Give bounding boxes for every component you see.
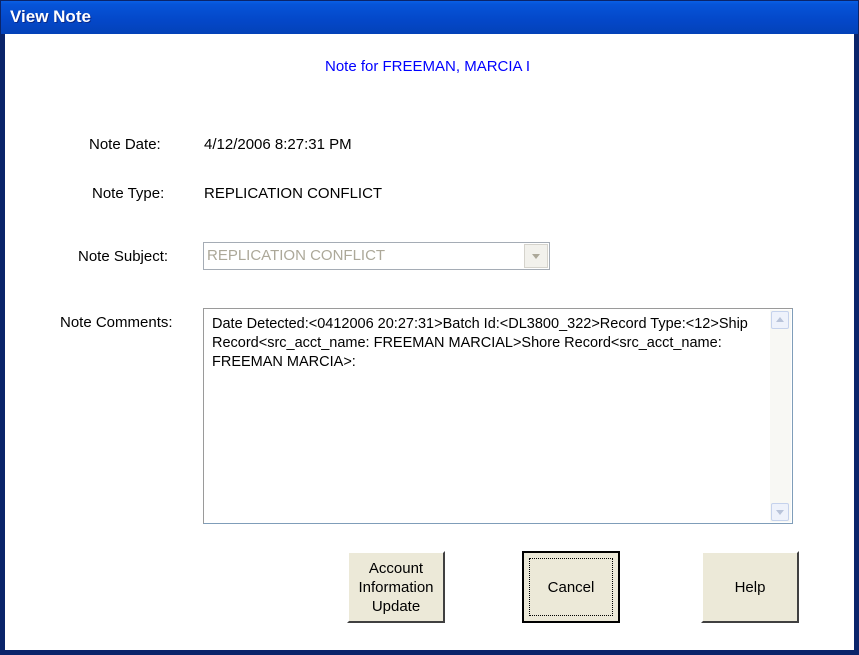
note-subject-label: Note Subject: <box>78 248 169 265</box>
note-subject-dropdown[interactable]: REPLICATION CONFLICT <box>203 242 550 270</box>
account-information-update-button[interactable]: Account Information Update <box>347 551 445 623</box>
note-date-value: 4/12/2006 8:27:31 PM <box>204 136 352 153</box>
cancel-button[interactable]: Cancel <box>522 551 620 623</box>
scroll-up-arrow-icon[interactable] <box>771 311 789 329</box>
window-title: View Note <box>10 7 91 26</box>
cancel-label: Cancel <box>547 578 595 596</box>
note-heading: Note for FREEMAN, MARCIA I <box>325 58 531 75</box>
note-comments-text: Date Detected:<0412006 20:27:31>Batch Id… <box>212 316 752 370</box>
note-subject-value: REPLICATION CONFLICT <box>207 247 386 264</box>
comments-scrollbar[interactable] <box>770 310 791 522</box>
view-note-window: View Note Note for FREEMAN, MARCIA I Not… <box>0 0 859 655</box>
chevron-down-icon[interactable] <box>524 244 548 268</box>
scroll-down-arrow-icon[interactable] <box>771 503 789 521</box>
title-bar[interactable]: View Note <box>1 1 858 34</box>
note-comments-textarea[interactable]: Date Detected:<0412006 20:27:31>Batch Id… <box>203 308 793 524</box>
note-comments-label: Note Comments: <box>60 314 173 331</box>
note-date-label: Note Date: <box>89 136 161 153</box>
account-information-update-label: Account Information Update <box>358 559 434 615</box>
dialog-body: Note for FREEMAN, MARCIA I Note Date: 4/… <box>5 34 854 650</box>
help-button[interactable]: Help <box>701 551 799 623</box>
note-type-value: REPLICATION CONFLICT <box>204 185 383 202</box>
note-type-label: Note Type: <box>92 185 165 202</box>
help-label: Help <box>734 578 766 596</box>
